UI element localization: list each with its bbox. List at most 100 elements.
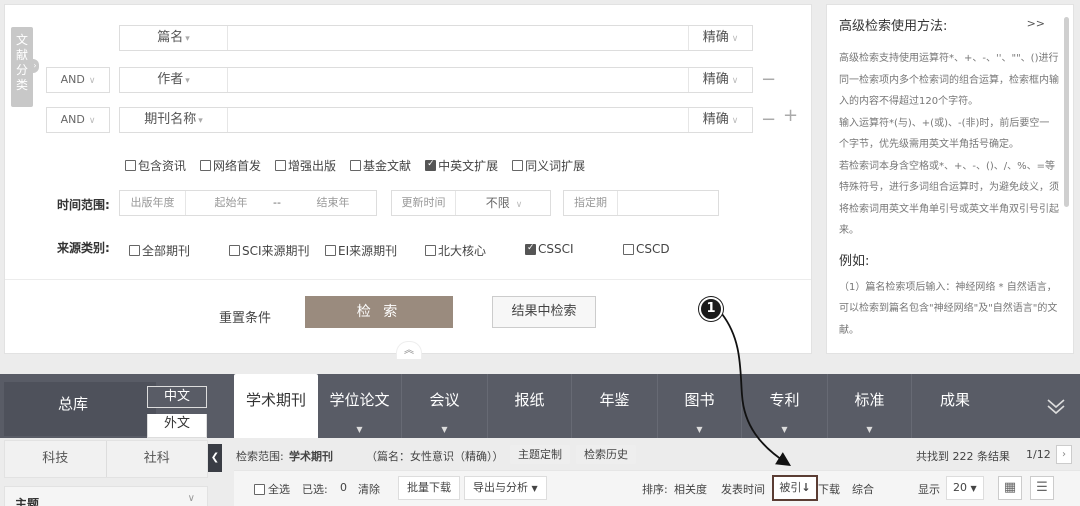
lang-chinese-button[interactable]: 中文: [147, 386, 207, 408]
field-select-2[interactable]: 作者 ▾: [120, 68, 228, 92]
lang-foreign-button[interactable]: 外文: [147, 414, 207, 438]
checkbox-cn-en-extension[interactable]: 中英文扩展: [425, 157, 498, 174]
tab-social-science[interactable]: 社科: [105, 441, 208, 477]
field-select-1[interactable]: 篇名 ▾: [120, 26, 228, 50]
tab-books[interactable]: 图书 ▼: [658, 374, 742, 438]
select-all-checkbox[interactable]: 全选: [254, 481, 290, 497]
select-value: 20: [953, 481, 967, 494]
caret-down-icon: ▼: [531, 484, 538, 493]
tab-academic-journals[interactable]: 学术期刊: [234, 374, 318, 438]
selected-count: 0: [340, 481, 347, 494]
database-tabs: 学术期刊 学位论文 ▼ 会议 ▼ 报纸 年鉴 图书 ▼ 专利 ▼ 标准 ▼ 成果: [234, 374, 998, 438]
tab-science-tech[interactable]: 科技: [5, 441, 106, 477]
help-scrollbar[interactable]: [1064, 17, 1069, 207]
publish-year-select[interactable]: 出版年度: [120, 191, 186, 215]
collapse-up-icon[interactable]: ︽: [396, 341, 422, 359]
search-button[interactable]: 检 索: [305, 296, 453, 328]
advanced-search-panel: 文献分类 › 篇名 ▾ 精确 ∨ AND ∨ 作者 ▾ 精确 ∨ − AND ∨ 期刊名称 ▾…: [4, 4, 812, 359]
search-input-1[interactable]: [230, 27, 690, 49]
match-select-3[interactable]: 精确 ∨: [688, 108, 752, 132]
specified-issue-box[interactable]: 指定期: [563, 190, 719, 216]
match-select-label: 精确: [702, 72, 729, 87]
tab-dissertations[interactable]: 学位论文 ▼: [318, 374, 402, 438]
logic-label: AND: [60, 113, 85, 126]
help-body: 高级检索支持使用运算符*、+、-、''、""、()进行同一检索项内多个检索词的组…: [839, 48, 1059, 242]
remove-row-button[interactable]: −: [761, 111, 776, 129]
list-view-icon[interactable]: ☰: [1030, 476, 1054, 500]
time-range-box: 出版年度 起始年 -- 结束年: [119, 190, 377, 216]
search-history-button[interactable]: 检索历史: [576, 445, 636, 464]
update-time-select[interactable]: 不限 ∨: [464, 191, 544, 215]
results-count-text: 共找到 222 条结果: [916, 448, 1010, 464]
checkbox-all-journals[interactable]: 全部期刊: [129, 242, 190, 259]
checkbox-pku-core[interactable]: 北大核心: [425, 242, 486, 259]
checkbox-sci[interactable]: SCI来源期刊: [229, 242, 310, 259]
logic-select-2[interactable]: AND ∨: [46, 67, 110, 93]
clear-selection-link[interactable]: 清除: [358, 481, 380, 497]
checkbox-include-news[interactable]: 包含资讯: [125, 157, 186, 174]
match-select-2[interactable]: 精确 ∨: [688, 68, 752, 92]
chevron-down-icon: ∨: [515, 200, 523, 210]
search-row-3: 期刊名称 ▾ 精确 ∨: [119, 107, 753, 133]
chevron-down-icon: ∨: [731, 76, 739, 86]
tab-label: 学术期刊: [245, 391, 306, 409]
checkbox-box: [200, 160, 212, 171]
sort-label: 排序:: [642, 483, 668, 496]
checkbox-box: [623, 243, 634, 255]
grid-view-icon[interactable]: ▦: [998, 476, 1022, 500]
page-indicator: 1/12: [1026, 448, 1051, 461]
remove-row-button[interactable]: −: [761, 71, 776, 89]
tab-newspapers[interactable]: 报纸: [488, 374, 572, 438]
search-input-2[interactable]: [230, 69, 690, 91]
checkbox-fund[interactable]: 基金文献: [350, 157, 411, 174]
help-collapse-toggle[interactable]: >>: [1027, 17, 1045, 30]
results-toolbar: 全选 已选: 0 清除 批量下载 导出与分析 ▼ 排序: 相关度 发表时间 被引…: [234, 470, 1080, 506]
checkbox-online-first[interactable]: 网络首发: [200, 157, 261, 174]
match-select-1[interactable]: 精确 ∨: [688, 26, 752, 50]
tab-standards[interactable]: 标准 ▼: [828, 374, 912, 438]
checkbox-cssci[interactable]: CSSCI: [525, 242, 574, 256]
checkbox-ei[interactable]: EI来源期刊: [325, 242, 397, 259]
results-count: 222: [952, 450, 974, 463]
match-select-label: 精确: [702, 112, 729, 127]
caret-down-icon: ▼: [696, 425, 703, 434]
logic-select-3[interactable]: AND ∨: [46, 107, 110, 133]
search-input-3[interactable]: [230, 109, 690, 131]
callout-marker: 1: [699, 297, 723, 321]
display-label: 显示: [918, 483, 940, 496]
total-library-button[interactable]: 总库: [4, 382, 156, 436]
batch-download-button[interactable]: 批量下载: [398, 476, 460, 500]
theme-custom-button[interactable]: 主题定制: [510, 445, 570, 464]
match-select-label: 精确: [702, 30, 729, 45]
field-select-3[interactable]: 期刊名称 ▾: [120, 108, 228, 132]
document-category-tab[interactable]: 文献分类 ›: [11, 27, 39, 107]
search-in-results-button[interactable]: 结果中检索: [492, 296, 596, 328]
collapse-left-icon[interactable]: ❮: [208, 444, 222, 472]
checkbox-box: [254, 483, 265, 495]
checkbox-label: 全选: [268, 483, 290, 496]
tab-achievements[interactable]: 成果: [912, 374, 998, 438]
checkbox-box: [129, 245, 140, 256]
double-chevron-down-icon[interactable]: [1044, 394, 1068, 418]
tab-patents[interactable]: 专利 ▼: [742, 374, 828, 438]
checkbox-cscd[interactable]: CSCD: [623, 242, 670, 256]
end-year-input[interactable]: 结束年: [296, 191, 370, 215]
checkbox-synonym-extension[interactable]: 同义词扩展: [512, 157, 585, 174]
tab-yearbooks[interactable]: 年鉴: [572, 374, 658, 438]
start-year-input[interactable]: 起始年: [200, 191, 262, 215]
tab-conferences[interactable]: 会议 ▼: [402, 374, 488, 438]
export-analysis-button[interactable]: 导出与分析 ▼: [464, 476, 547, 500]
time-range-label: 时间范围:: [57, 198, 110, 212]
facet-topic-header[interactable]: 主题 ∨: [4, 486, 208, 506]
display-count-select[interactable]: 20 ▼: [946, 476, 984, 500]
sort-relevance[interactable]: 相关度: [674, 481, 707, 497]
sort-cited-button[interactable]: 被引↓: [772, 475, 818, 501]
checkbox-enhanced-publish[interactable]: 增强出版: [275, 157, 336, 174]
reset-conditions-button[interactable]: 重置条件: [219, 307, 271, 326]
add-row-button[interactable]: +: [783, 107, 798, 125]
help-paragraph: 若检索词本身含空格或*、+、-、()、/、%、=等特殊符号，进行多词组合运算时，…: [839, 160, 1059, 237]
next-page-icon[interactable]: ›: [1056, 445, 1072, 464]
sort-combined[interactable]: 综合: [852, 481, 874, 497]
sort-publish-date[interactable]: 发表时间: [721, 481, 765, 497]
sort-downloads[interactable]: 下载: [818, 481, 840, 497]
